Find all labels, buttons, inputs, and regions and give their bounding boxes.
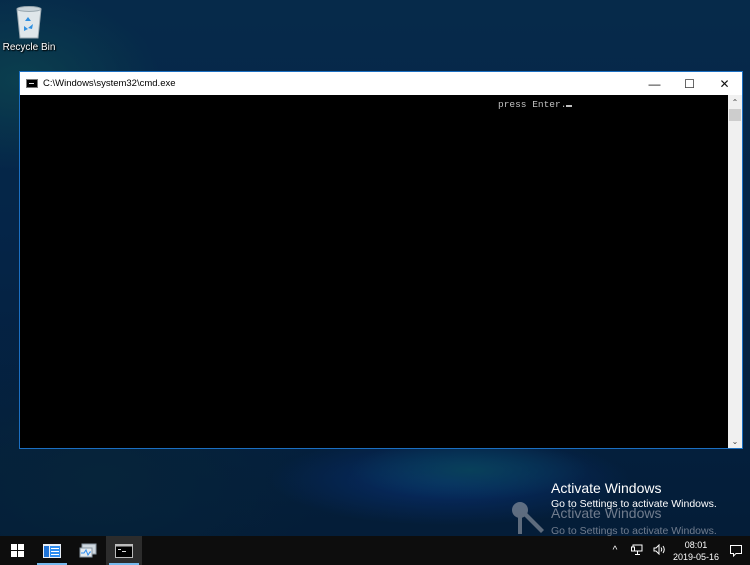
cmd-icon [115, 543, 133, 558]
activation-title-ghost: Activate Windows [551, 505, 662, 521]
chevron-up-icon: ^ [612, 545, 618, 556]
start-button[interactable] [0, 536, 34, 565]
maximize-button[interactable]: ☐ [672, 72, 707, 95]
volume-button[interactable] [648, 543, 670, 558]
text-cursor [566, 105, 573, 107]
windows-logo-icon [10, 544, 24, 557]
clock-date: 2019-05-16 [672, 551, 720, 562]
show-hidden-icons-button[interactable]: ^ [604, 545, 626, 556]
taskbar-command-prompt[interactable] [106, 536, 142, 565]
console-text: press Enter. [498, 99, 567, 110]
console-output[interactable]: press Enter. [20, 95, 728, 448]
window-controls: — ☐ ✕ [637, 72, 742, 95]
performance-icon [79, 543, 97, 557]
cmd-window[interactable]: C:\Windows\system32\cmd.exe — ☐ ✕ press … [19, 71, 743, 449]
taskbar-performance-monitor[interactable] [70, 536, 106, 565]
clock[interactable]: 08:01 2019-05-16 [670, 539, 722, 563]
minimize-button[interactable]: — [637, 72, 672, 95]
close-button[interactable]: ✕ [707, 72, 742, 95]
activation-watermark-ghost: Activate Windows Go to Settings to activ… [551, 505, 717, 537]
console-line: press Enter. [498, 99, 573, 110]
key-icon [512, 502, 544, 534]
server-manager-icon [43, 543, 61, 558]
cmd-app-icon[interactable] [26, 79, 38, 88]
volume-icon [653, 543, 665, 555]
chevron-up-icon: ⌃ [731, 97, 739, 107]
maximize-icon: ☐ [684, 76, 695, 91]
clock-time: 08:01 [684, 539, 708, 550]
activation-title: Activate Windows [551, 480, 662, 496]
scroll-up-button[interactable]: ⌃ [728, 96, 742, 108]
action-center-button[interactable] [722, 544, 750, 557]
chevron-down-icon: ⌄ [731, 436, 739, 446]
network-icon [631, 544, 643, 555]
title-bar[interactable]: C:\Windows\system32\cmd.exe — ☐ ✕ [20, 72, 742, 95]
vertical-scrollbar[interactable]: ⌃ ⌄ [728, 95, 742, 448]
close-icon: ✕ [719, 76, 730, 91]
system-tray: ^ 08:01 2019-05-16 [604, 536, 750, 565]
taskbar-server-manager[interactable] [34, 536, 70, 565]
desktop-icon-label: Recycle Bin [2, 42, 56, 53]
network-button[interactable] [626, 544, 648, 558]
scroll-down-button[interactable]: ⌄ [728, 435, 742, 447]
action-center-icon [730, 544, 742, 557]
scroll-thumb[interactable] [729, 109, 741, 121]
minimize-icon: — [648, 76, 661, 91]
desktop-icon-recycle-bin[interactable]: Recycle Bin [3, 3, 55, 55]
taskbar: ^ 08:01 2019-05-16 [0, 536, 750, 565]
recycle-bin-icon [16, 6, 42, 39]
window-title: C:\Windows\system32\cmd.exe [43, 78, 176, 89]
